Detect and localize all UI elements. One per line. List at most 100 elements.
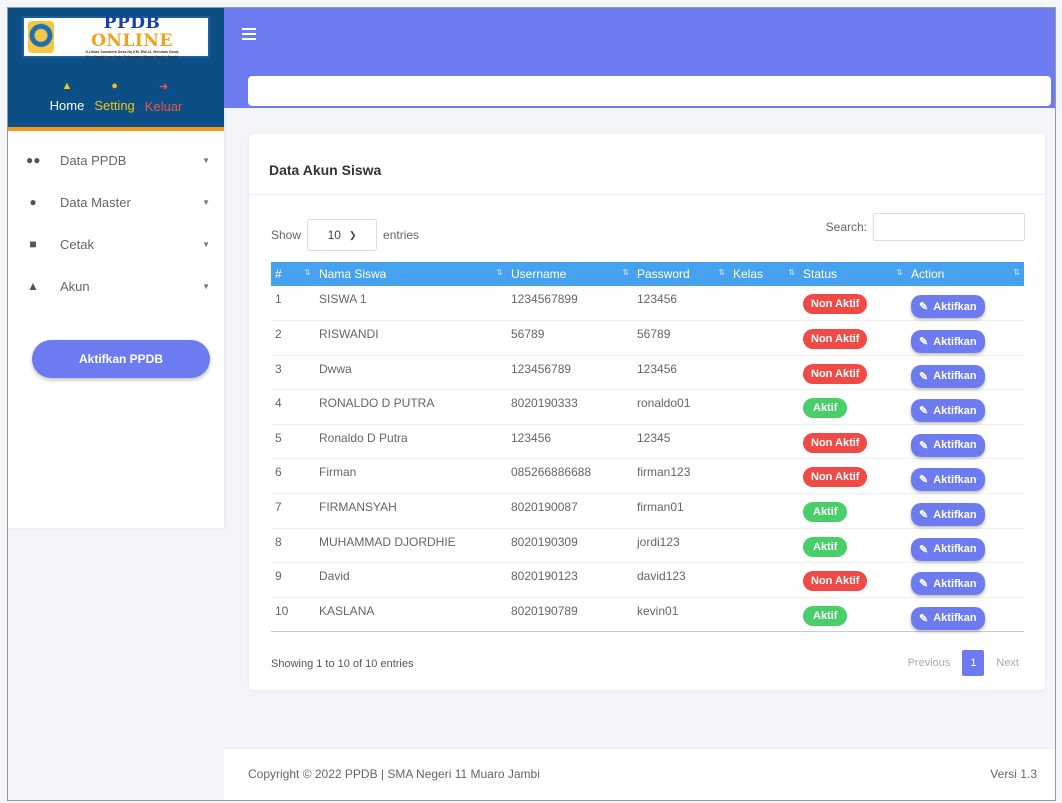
user-setting-icon: ● bbox=[111, 80, 118, 92]
aktifkan-label: Aktifkan bbox=[933, 473, 977, 486]
drop-icon: ● bbox=[29, 195, 37, 209]
aktifkan-label: Aktifkan bbox=[933, 612, 977, 625]
sort-icon: ⇅ bbox=[304, 268, 311, 277]
entries-length-control: Show 10 ❯ entries bbox=[271, 219, 419, 251]
aktifkan-button[interactable]: ✎ Aktifkan bbox=[911, 503, 985, 527]
aktifkan-button[interactable]: ✎ Aktifkan bbox=[911, 399, 985, 423]
aktifkan-button[interactable]: ✎ Aktifkan bbox=[911, 330, 985, 354]
nav-setting[interactable]: ● Setting bbox=[94, 80, 134, 113]
table-row: 7 FIRMANSYAH 8020190087 firman01 Aktif ✎ Aktif… bbox=[271, 493, 1024, 529]
cell-action: ✎ Aktifkan bbox=[907, 286, 1024, 322]
top-bar bbox=[224, 8, 1055, 108]
search-input[interactable] bbox=[873, 213, 1025, 241]
page-title: Data Akun Siswa bbox=[269, 162, 382, 178]
previous-page-button[interactable]: Previous bbox=[902, 651, 957, 675]
top-nav: ▲ Home ● Setting ➜ Keluar bbox=[8, 66, 224, 131]
cell-kelas bbox=[729, 528, 799, 564]
column-header-action[interactable]: Action ⇅ bbox=[907, 262, 1024, 286]
column-header-username[interactable]: Username ⇅ bbox=[507, 262, 633, 286]
aktifkan-button[interactable]: ✎ Aktifkan bbox=[911, 364, 985, 388]
edit-icon: ✎ bbox=[919, 509, 929, 522]
cell-password: 123456 bbox=[633, 286, 729, 322]
home-icon: ▲ bbox=[61, 80, 73, 92]
nav-keluar-label: Keluar bbox=[144, 98, 183, 114]
cell-password: 56789 bbox=[633, 320, 729, 356]
hamburger-menu-icon[interactable] bbox=[242, 28, 256, 40]
cell-status: Aktif bbox=[799, 389, 907, 425]
column-header-no[interactable]: # ⇅ bbox=[271, 262, 315, 286]
sidebar-item-data-ppdb[interactable]: ●● Data PPDB ▼ bbox=[8, 139, 224, 181]
aktifkan-button[interactable]: ✎ Aktifkan bbox=[911, 537, 985, 561]
chevron-down-icon: ▼ bbox=[202, 239, 210, 249]
aktifkan-label: Aktifkan bbox=[933, 577, 977, 590]
status-badge: Aktif bbox=[803, 502, 848, 523]
cell-username: 123456 bbox=[507, 424, 633, 460]
chevron-down-icon: ▼ bbox=[202, 281, 210, 291]
aktifkan-label: Aktifkan bbox=[933, 335, 977, 348]
brand-title-b: ONLINE bbox=[91, 31, 173, 51]
cell-password: kevin01 bbox=[633, 597, 729, 633]
sort-icon: ⇅ bbox=[1013, 268, 1020, 277]
status-badge: Aktif bbox=[803, 398, 848, 419]
users-icon: ●● bbox=[26, 153, 41, 167]
table-body: 1 SISWA 1 1234567899 123456 Non Aktif ✎ Aktifk… bbox=[271, 286, 1024, 633]
next-page-button[interactable]: Next bbox=[990, 651, 1025, 675]
status-badge: Aktif bbox=[803, 605, 848, 626]
aktifkan-label: Aktifkan bbox=[933, 508, 977, 521]
sort-icon: ⇅ bbox=[622, 268, 629, 277]
aktifkan-button[interactable]: ✎ Aktifkan bbox=[911, 295, 985, 318]
sidebar-item-data-master[interactable]: ● Data Master ▼ bbox=[8, 181, 224, 223]
cell-nama: Firman bbox=[315, 458, 507, 495]
nav-setting-label: Setting bbox=[94, 98, 135, 113]
aktifkan-button[interactable]: ✎ Aktifkan bbox=[911, 572, 985, 596]
students-table: # ⇅ Nama Siswa ⇅ Username ⇅ Password ⇅ Kelas… bbox=[271, 262, 1024, 633]
current-page-button[interactable]: 1 bbox=[962, 650, 985, 676]
aktifkan-button[interactable]: ✎ Aktifkan bbox=[911, 468, 985, 492]
cell-kelas bbox=[729, 355, 799, 391]
cell-kelas bbox=[729, 389, 799, 425]
column-header-nama[interactable]: Nama Siswa ⇅ bbox=[315, 262, 507, 286]
column-header-status[interactable]: Status ⇅ bbox=[799, 262, 907, 286]
entries-select[interactable]: 10 ❯ bbox=[307, 219, 378, 251]
cell-action: ✎ Aktifkan bbox=[907, 493, 1024, 529]
edit-icon: ✎ bbox=[919, 405, 929, 418]
breadcrumb-bar bbox=[248, 76, 1051, 106]
table-header-row: # ⇅ Nama Siswa ⇅ Username ⇅ Password ⇅ Kelas… bbox=[271, 262, 1024, 286]
sign-out-icon: ➜ bbox=[158, 80, 169, 93]
cell-password: 123456 bbox=[633, 355, 729, 391]
cell-password: david123 bbox=[633, 562, 729, 598]
sort-icon: ⇅ bbox=[896, 268, 903, 277]
cell-nama: RISWANDI bbox=[315, 320, 507, 356]
cell-status: Non Aktif bbox=[799, 286, 907, 322]
aktifkan-button[interactable]: ✎ Aktifkan bbox=[911, 606, 985, 630]
nav-keluar[interactable]: ➜ Keluar bbox=[145, 80, 183, 114]
cell-status: Aktif bbox=[799, 528, 907, 564]
status-badge: Non Aktif bbox=[803, 467, 868, 488]
entries-value: 10 bbox=[327, 228, 341, 242]
aktifkan-label: Aktifkan bbox=[933, 543, 977, 556]
book-icon: ■ bbox=[29, 237, 37, 251]
status-badge: Non Aktif bbox=[803, 294, 868, 314]
sort-icon: ⇅ bbox=[788, 268, 795, 277]
cell-action: ✎ Aktifkan bbox=[907, 389, 1024, 425]
brand-logo[interactable]: PPDB ONLINE Jl.Lintas Sumatera Desa No.K… bbox=[22, 14, 210, 60]
cell-password: jordi123 bbox=[633, 528, 729, 564]
brand-text: PPDB ONLINE Jl.Lintas Sumatera Desa No.K… bbox=[60, 14, 204, 60]
column-header-password[interactable]: Password ⇅ bbox=[633, 262, 729, 286]
cell-no: 3 bbox=[271, 355, 315, 391]
aktifkan-button[interactable]: ✎ Aktifkan bbox=[911, 433, 985, 457]
activate-ppdb-button[interactable]: Aktifkan PPDB bbox=[32, 340, 210, 378]
chevron-down-icon: ❯ bbox=[348, 229, 357, 240]
nav-home[interactable]: ▲ Home bbox=[50, 80, 85, 113]
search-control: Search: bbox=[826, 213, 1025, 241]
column-header-kelas[interactable]: Kelas ⇅ bbox=[729, 262, 799, 286]
brand-header: PPDB ONLINE Jl.Lintas Sumatera Desa No.K… bbox=[8, 8, 224, 66]
cell-username: 8020190309 bbox=[507, 528, 633, 564]
cell-nama: RONALDO D PUTRA bbox=[315, 389, 507, 425]
cell-action: ✎ Aktifkan bbox=[907, 458, 1024, 495]
sidebar-item-akun[interactable]: ▲ Akun ▼ bbox=[8, 265, 224, 307]
cell-action: ✎ Aktifkan bbox=[907, 355, 1024, 391]
sidebar-item-cetak[interactable]: ■ Cetak ▼ bbox=[8, 223, 224, 265]
cell-no: 1 bbox=[271, 286, 315, 322]
aktifkan-label: Aktifkan bbox=[933, 300, 977, 313]
